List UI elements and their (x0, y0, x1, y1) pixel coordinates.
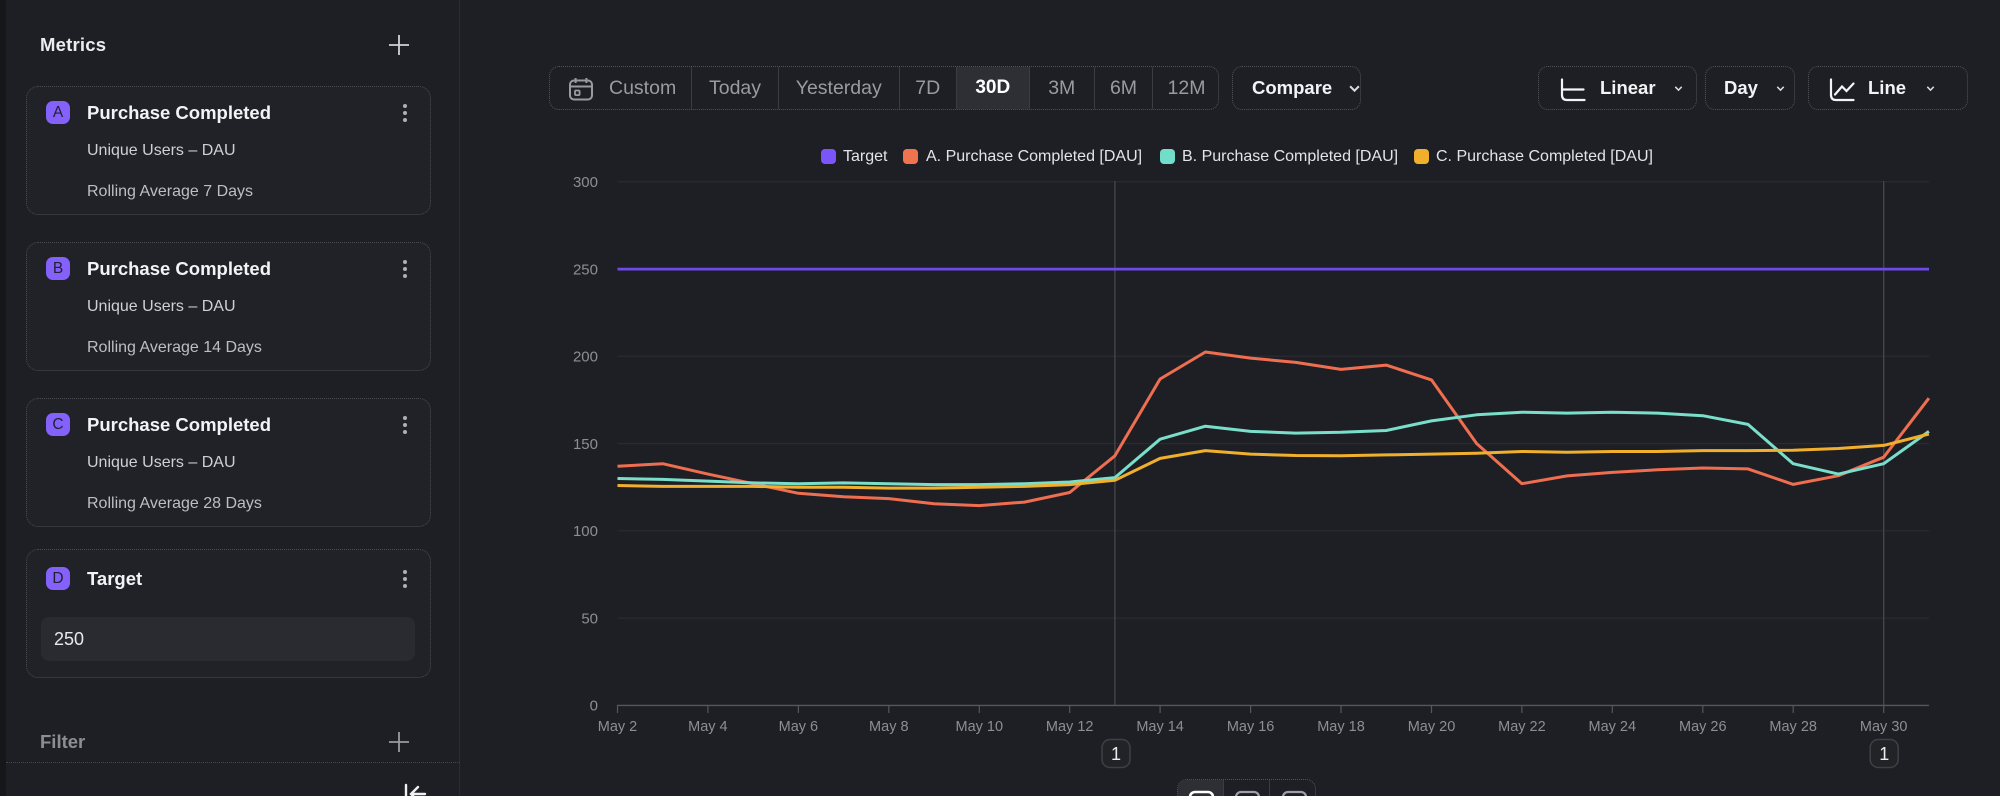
svg-text:May 20: May 20 (1408, 719, 1456, 735)
svg-text:May 24: May 24 (1589, 719, 1637, 735)
svg-text:May 12: May 12 (1046, 719, 1094, 735)
svg-text:0: 0 (590, 698, 598, 715)
svg-text:1: 1 (1879, 744, 1889, 764)
svg-text:May 6: May 6 (779, 719, 819, 735)
svg-text:300: 300 (573, 174, 598, 191)
svg-text:100: 100 (573, 523, 598, 540)
svg-text:May 18: May 18 (1317, 719, 1365, 735)
svg-text:May 30: May 30 (1860, 719, 1908, 735)
svg-text:150: 150 (573, 436, 598, 453)
svg-text:May 22: May 22 (1498, 719, 1546, 735)
svg-text:1: 1 (1111, 744, 1121, 764)
svg-text:May 2: May 2 (598, 719, 638, 735)
svg-text:May 8: May 8 (869, 719, 909, 735)
svg-text:May 10: May 10 (956, 719, 1004, 735)
svg-text:May 4: May 4 (688, 719, 728, 735)
svg-text:50: 50 (581, 610, 598, 627)
svg-text:May 26: May 26 (1679, 719, 1727, 735)
svg-text:May 14: May 14 (1136, 719, 1184, 735)
svg-text:May 28: May 28 (1769, 719, 1817, 735)
svg-text:200: 200 (573, 349, 598, 366)
svg-text:250: 250 (573, 261, 598, 278)
svg-text:May 16: May 16 (1227, 719, 1275, 735)
